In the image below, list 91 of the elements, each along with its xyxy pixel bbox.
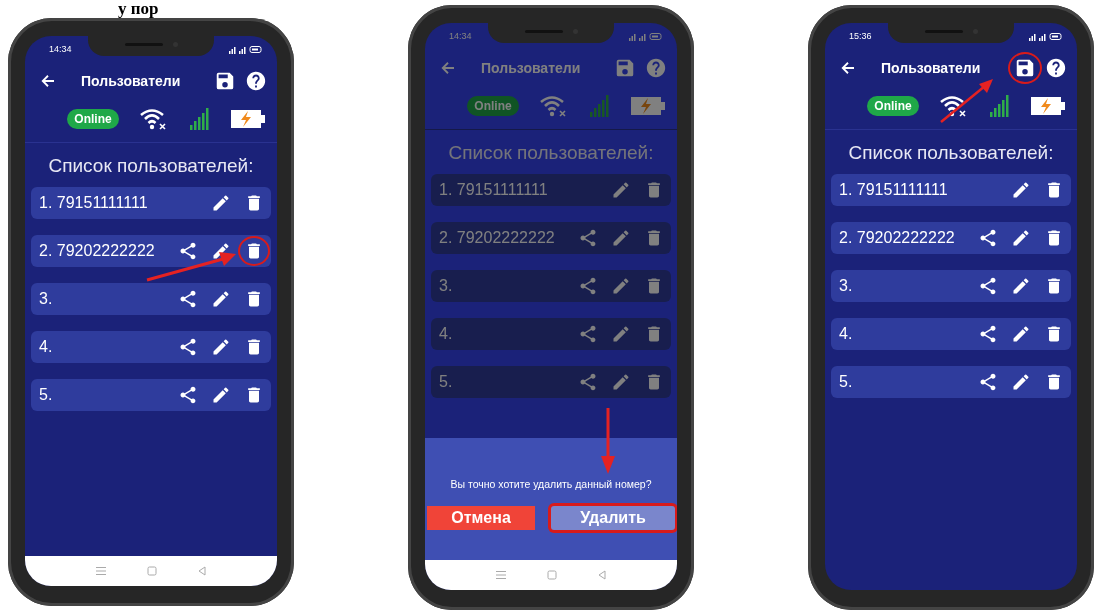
user-phone: 5. [39, 386, 54, 404]
share-icon[interactable] [178, 289, 198, 309]
list-heading: Список пользователей: [447, 141, 655, 165]
edit-icon[interactable] [1011, 324, 1031, 344]
user-phone: 5. [839, 373, 854, 391]
user-phone: 4. [439, 325, 454, 343]
edit-icon[interactable] [611, 276, 631, 296]
battery-charging-icon [230, 109, 265, 129]
wifi-off-icon [538, 94, 569, 118]
share-icon[interactable] [578, 228, 598, 248]
wifi-off-icon [138, 107, 169, 131]
user-row[interactable]: 2. 79202222222 [31, 235, 271, 267]
share-icon[interactable] [578, 276, 598, 296]
edit-icon[interactable] [1011, 372, 1031, 392]
edit-icon[interactable] [1011, 228, 1031, 248]
user-row[interactable]: 1. 79151111111 [831, 174, 1071, 206]
list-heading: Список пользователей: [47, 154, 255, 178]
cancel-button[interactable]: Отмена [427, 506, 535, 530]
edit-icon[interactable] [1011, 276, 1031, 296]
screen-title: Пользователи [480, 60, 582, 76]
share-icon[interactable] [178, 337, 198, 357]
status-icons [1029, 31, 1063, 41]
battery-charging-icon [630, 96, 665, 116]
edit-icon[interactable] [611, 324, 631, 344]
status-icons [229, 44, 263, 54]
user-phone: 1. 79151111111 [439, 181, 549, 199]
edit-icon[interactable] [611, 180, 631, 200]
user-row[interactable]: 2. 79202222222 [431, 222, 671, 254]
user-phone: 3. [39, 290, 54, 308]
user-phone: 3. [839, 277, 854, 295]
edit-icon[interactable] [1011, 180, 1031, 200]
user-row[interactable]: 1. 79151111111 [431, 174, 671, 206]
online-badge: Online [467, 96, 519, 116]
status-time: 14:34 [449, 31, 472, 41]
user-row[interactable]: 5. [431, 366, 671, 398]
user-row[interactable]: 3. [831, 270, 1071, 302]
online-badge: Online [867, 96, 919, 116]
screen-title: Пользователи [80, 73, 182, 89]
user-phone: 3. [439, 277, 454, 295]
user-phone: 2. 79202222222 [39, 242, 156, 260]
user-row[interactable]: 3. [431, 270, 671, 302]
save-button[interactable] [1007, 52, 1042, 84]
online-badge: Online [67, 109, 119, 129]
page-heading: у пор [117, 0, 160, 18]
user-phone: 1. 79151111111 [839, 181, 949, 199]
user-row[interactable]: 4. [831, 318, 1071, 350]
help-icon[interactable] [1045, 57, 1067, 79]
user-row[interactable]: 4. [31, 331, 271, 363]
edit-icon[interactable] [211, 241, 231, 261]
user-row[interactable]: 1. 79151111111 [31, 187, 271, 219]
user-phone: 5. [439, 373, 454, 391]
edit-icon[interactable] [211, 385, 231, 405]
share-icon[interactable] [178, 241, 198, 261]
edit-icon[interactable] [211, 337, 231, 357]
user-row[interactable]: 5. [831, 366, 1071, 398]
back-arrow-icon[interactable] [39, 72, 57, 90]
user-row[interactable]: 2. 79202222222 [831, 222, 1071, 254]
signal-icon [588, 94, 611, 118]
user-row[interactable]: 3. [31, 283, 271, 315]
edit-icon[interactable] [611, 228, 631, 248]
signal-icon [188, 107, 211, 131]
screen-title: Пользователи [880, 60, 982, 76]
dialog-message: Вы точно хотите удалить данный номер? [449, 478, 653, 490]
annotation-arrow [601, 408, 615, 474]
edit-icon[interactable] [211, 193, 231, 213]
share-icon[interactable] [978, 372, 998, 392]
delete-button[interactable] [237, 236, 270, 266]
share-icon[interactable] [578, 324, 598, 344]
edit-icon[interactable] [211, 289, 231, 309]
battery-charging-icon [1030, 96, 1065, 116]
share-icon[interactable] [978, 228, 998, 248]
share-icon[interactable] [978, 324, 998, 344]
user-phone: 1. 79151111111 [39, 194, 149, 212]
wifi-off-icon [938, 94, 969, 118]
signal-icon [988, 94, 1011, 118]
user-phone: 2. 79202222222 [439, 229, 556, 247]
edit-icon[interactable] [611, 372, 631, 392]
user-row[interactable]: 4. [431, 318, 671, 350]
user-phone: 4. [39, 338, 54, 356]
user-row[interactable]: 5. [31, 379, 271, 411]
user-phone: 2. 79202222222 [839, 229, 956, 247]
share-icon[interactable] [578, 372, 598, 392]
list-heading: Список пользователей: [847, 141, 1055, 165]
share-icon[interactable] [978, 276, 998, 296]
back-arrow-icon[interactable] [839, 59, 857, 77]
status-time: 14:34 [49, 44, 72, 54]
user-phone: 4. [839, 325, 854, 343]
status-icons [629, 31, 663, 41]
share-icon[interactable] [178, 385, 198, 405]
status-time: 15:36 [849, 31, 872, 41]
help-icon[interactable] [245, 70, 267, 92]
